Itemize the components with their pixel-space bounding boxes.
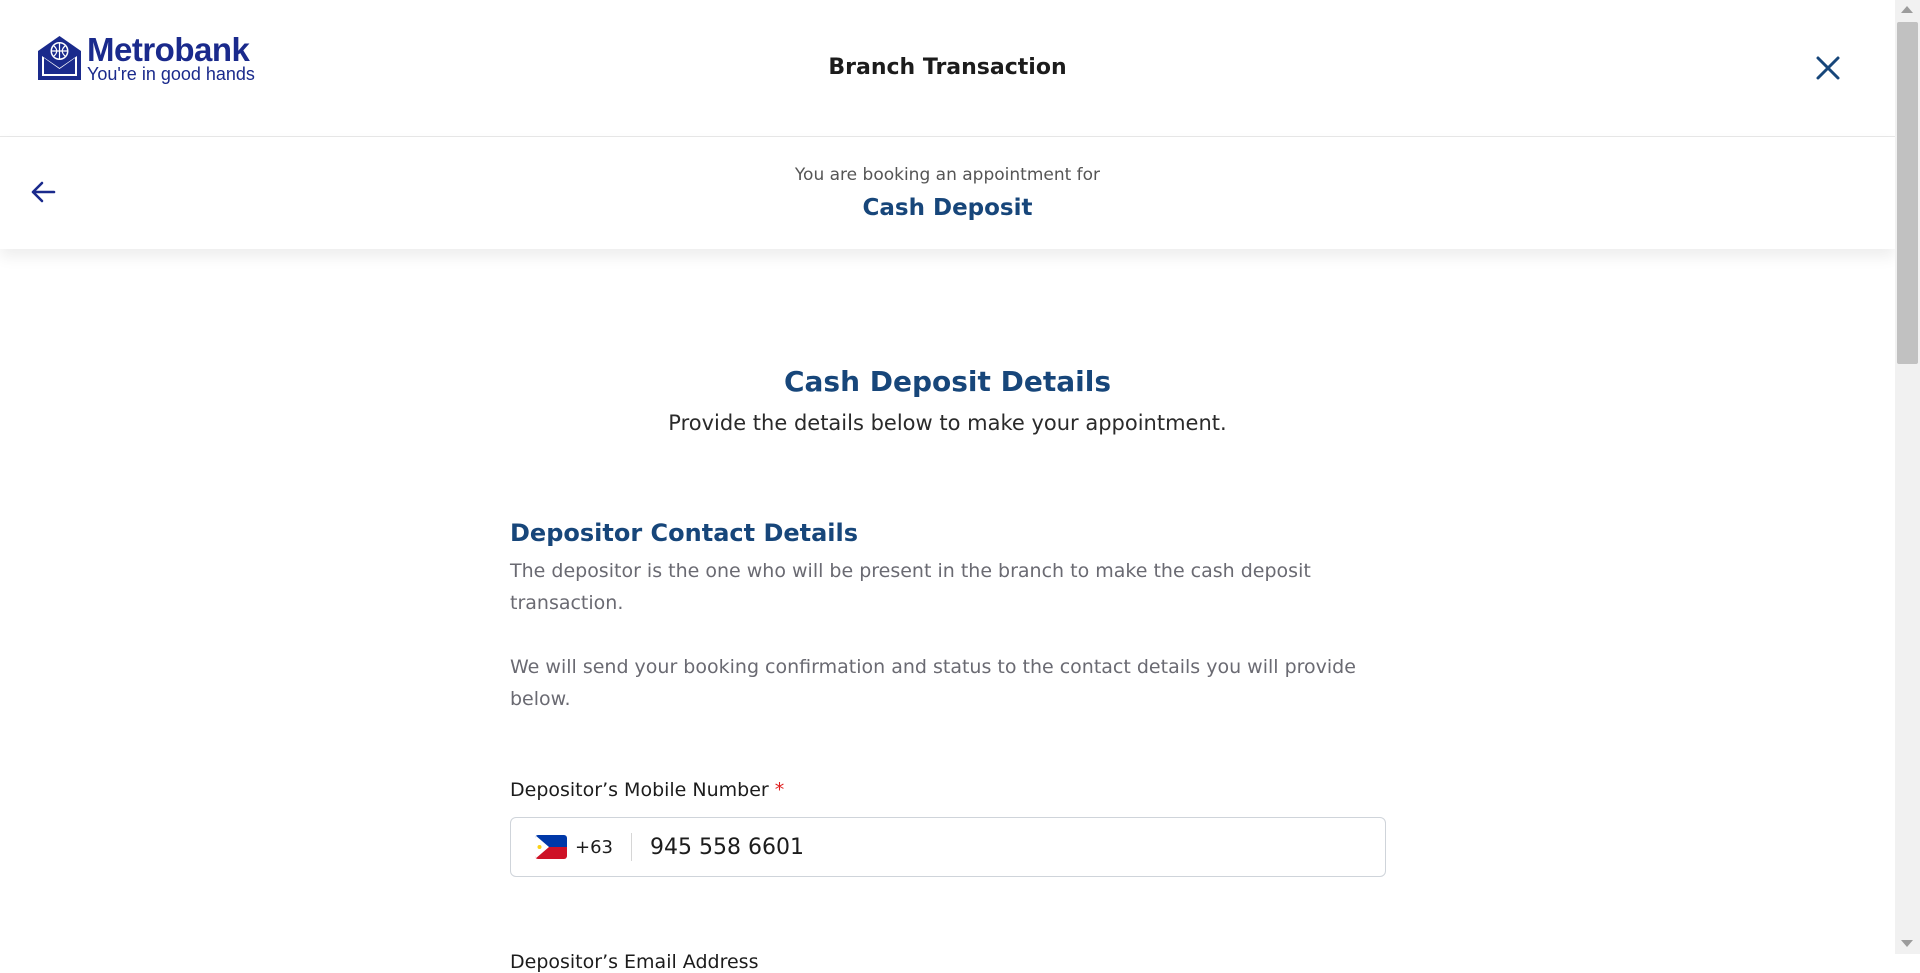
scroll-up-arrow-icon[interactable] — [1901, 6, 1913, 13]
philippines-flag-icon[interactable] — [535, 835, 567, 859]
section-description: The depositor is the one who will be pre… — [510, 560, 1311, 614]
top-bar: Metrobank You're in good hands Branch Tr… — [0, 0, 1895, 137]
required-mark: * — [774, 779, 785, 801]
country-code[interactable]: +63 — [575, 837, 613, 858]
depositor-contact-form: Depositor Contact Details The depositor … — [510, 517, 1386, 973]
section-title: Depositor Contact Details — [510, 519, 859, 547]
close-icon[interactable] — [1812, 52, 1844, 84]
email-address-label: Depositor’s Email Address — [510, 951, 759, 973]
page-title: Cash Deposit Details — [783, 365, 1112, 398]
input-divider — [631, 833, 632, 861]
page-subtitle: Provide the details below to make your a… — [668, 411, 1227, 435]
transaction-type: Cash Deposit — [862, 195, 1033, 221]
booking-context-bar: You are booking an appointment for Cash … — [0, 137, 1895, 249]
scrollbar-thumb[interactable] — [1897, 22, 1918, 364]
scroll-down-arrow-icon[interactable] — [1901, 940, 1913, 947]
mobile-number-label: Depositor’s Mobile Number * — [510, 779, 1386, 801]
mobile-number-input-group[interactable]: +63 — [510, 817, 1386, 877]
section-description-2: We will send your booking confirmation a… — [510, 656, 1356, 710]
booking-intro-text: You are booking an appointment for — [794, 165, 1101, 185]
mobile-number-label-text: Depositor’s Mobile Number — [510, 779, 769, 801]
page-header-title: Branch Transaction — [828, 55, 1067, 80]
mobile-number-field[interactable] — [648, 833, 1352, 861]
